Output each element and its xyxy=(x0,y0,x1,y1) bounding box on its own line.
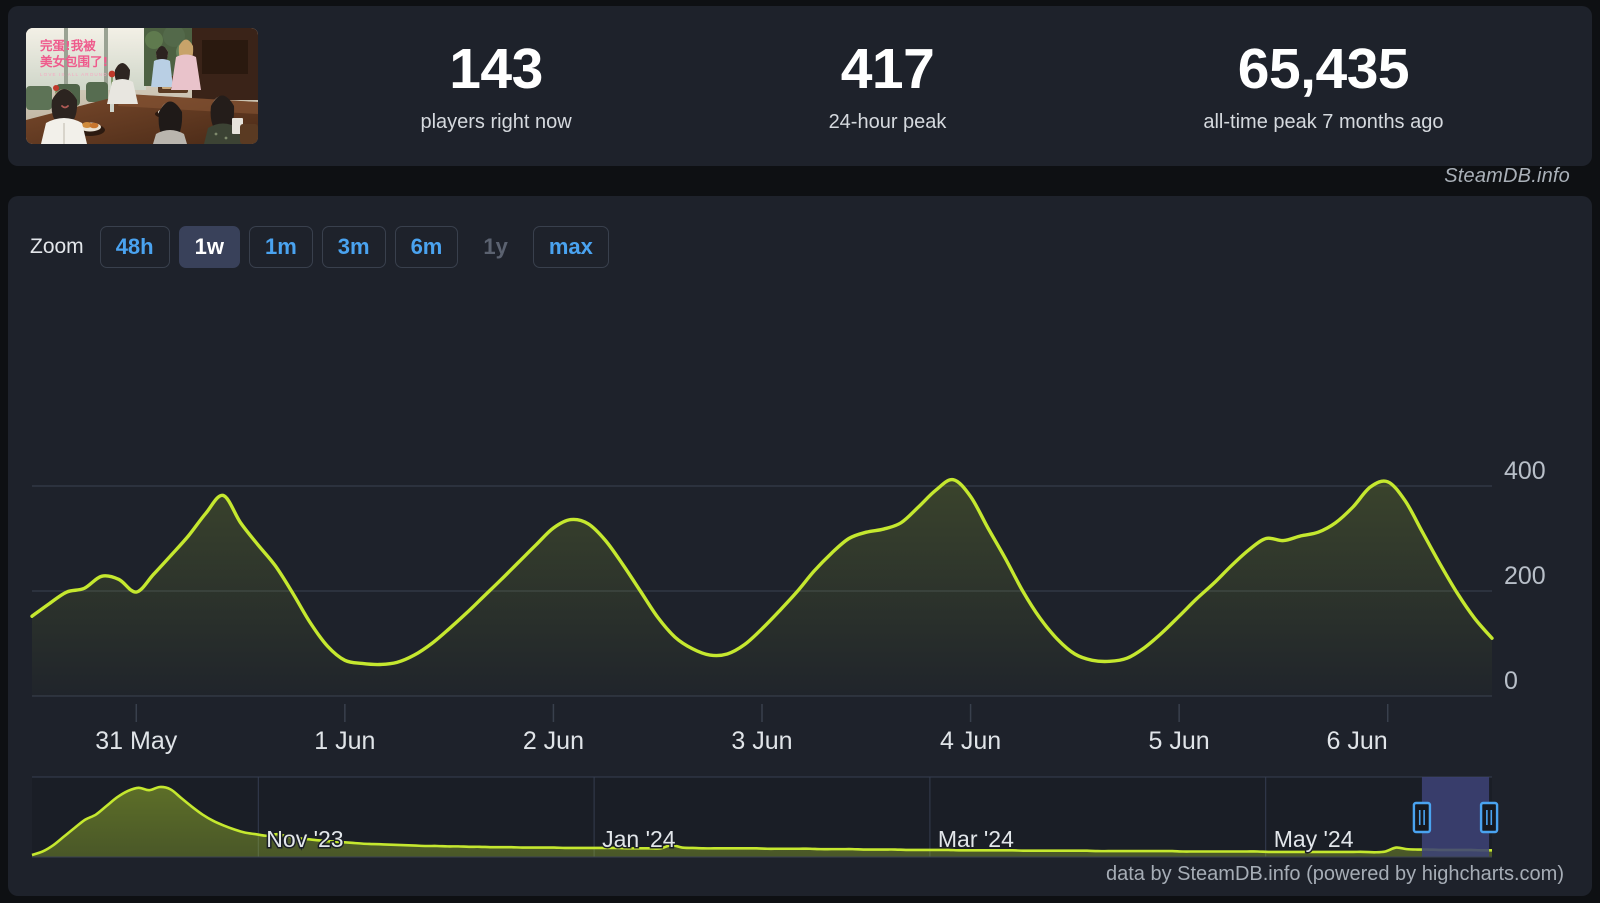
series-area xyxy=(32,479,1492,696)
game-capsule-art: 完蛋!我被 美女包围了! LOVE IS ALL AROUND xyxy=(26,28,258,144)
navigator-handle-left[interactable] xyxy=(1412,801,1432,834)
handle-body[interactable] xyxy=(1479,801,1499,834)
stat-players-now: 143 players right now xyxy=(420,40,571,132)
x-axis-tick-labels: 31 May 1 Jun 2 Jun 3 Jun 4 Jun 5 Jun 6 Jun xyxy=(95,704,1389,755)
x-tick-label: 3 Jun xyxy=(731,727,792,755)
zoom-button-6m[interactable]: 6m xyxy=(394,226,459,268)
steamdb-watermark: SteamDB.info xyxy=(1444,165,1570,187)
svg-text:完蛋!我被: 完蛋!我被 xyxy=(40,38,96,53)
x-tick-label: 31 May xyxy=(95,727,177,755)
navigator-tick-label: Mar '24 xyxy=(938,826,1014,852)
x-tick-label: 1 Jun xyxy=(314,727,375,755)
navigator-tick-label: Nov '23 xyxy=(266,826,343,852)
zoom-button-1y: 1y xyxy=(483,234,508,259)
stats-card: 完蛋!我被 美女包围了! LOVE IS ALL AROUND 143 play… xyxy=(8,6,1592,166)
x-tick-label: 5 Jun xyxy=(1149,727,1210,755)
zoom-button-max[interactable]: max xyxy=(532,226,609,268)
game-thumbnail[interactable]: 完蛋!我被 美女包围了! LOVE IS ALL AROUND xyxy=(26,28,258,144)
players-now-value: 143 xyxy=(449,36,543,101)
all-time-peak-label: all-time peak 7 months ago xyxy=(1203,111,1444,134)
svg-text:LOVE IS ALL AROUND: LOVE IS ALL AROUND xyxy=(40,72,108,77)
peak-24h-value: 417 xyxy=(840,36,935,101)
zoom-button-48h[interactable]: 48h xyxy=(99,226,170,268)
navigator-handle-right[interactable] xyxy=(1479,801,1499,834)
all-time-peak-value: 65,435 xyxy=(1237,36,1410,101)
chart-navigator[interactable]: Nov '23 Jan '24 Mar '24 May '24 xyxy=(31,776,1499,858)
zoom-button-1w[interactable]: 1w xyxy=(178,226,240,268)
zoom-label: Zoom xyxy=(30,235,84,258)
handle-body[interactable] xyxy=(1412,801,1432,834)
x-tick-label: 4 Jun xyxy=(940,727,1001,755)
zoom-button-3m[interactable]: 3m xyxy=(321,226,386,268)
y-tick-label: 400 xyxy=(1504,457,1546,485)
x-tick-label: 6 Jun xyxy=(1327,727,1388,755)
y-tick-label: 200 xyxy=(1504,562,1546,590)
navigator-tick-label: May '24 xyxy=(1274,826,1354,852)
stat-all-time-peak: 65,435 all-time peak 7 months ago xyxy=(1203,40,1443,132)
navigator-tick-label: Jan '24 xyxy=(602,826,676,852)
players-now-label: players right now xyxy=(420,111,572,134)
players-area-chart[interactable]: 0 200 400 31 May 1 Jun 2 Jun 3 Jun 4 Jun 5 Jun 6… xyxy=(8,284,1592,884)
chart-footer-credit: data by SteamDB.info (powered by highcha… xyxy=(1106,863,1564,885)
zoom-range-selector: Zoom 48h 1w 1m 3m 6m 1y max xyxy=(30,226,618,268)
y-axis-tick-labels: 0 200 400 xyxy=(1504,457,1546,695)
steamdb-chart-page: 完蛋!我被 美女包围了! LOVE IS ALL AROUND 143 play… xyxy=(0,0,1600,903)
series-area-fill xyxy=(32,479,1492,696)
x-tick-label: 2 Jun xyxy=(523,727,584,755)
y-tick-label: 0 xyxy=(1504,667,1518,695)
stat-24h-peak: 417 24-hour peak xyxy=(829,40,947,132)
chart-plot-area[interactable]: 0 200 400 31 May 1 Jun 2 Jun 3 Jun 4 Jun 5 Jun 6… xyxy=(8,284,1592,884)
peak-24h-label: 24-hour peak xyxy=(828,111,947,134)
navigator-selection-mask[interactable] xyxy=(1421,777,1490,857)
stat-group: 143 players right now 417 24-hour peak 6… xyxy=(258,40,1592,132)
svg-text:美女包围了!: 美女包围了! xyxy=(40,54,108,69)
zoom-button-1m[interactable]: 1m xyxy=(248,226,313,268)
chart-card: Zoom 48h 1w 1m 3m 6m 1y max 0 200 400 31… xyxy=(8,196,1592,896)
